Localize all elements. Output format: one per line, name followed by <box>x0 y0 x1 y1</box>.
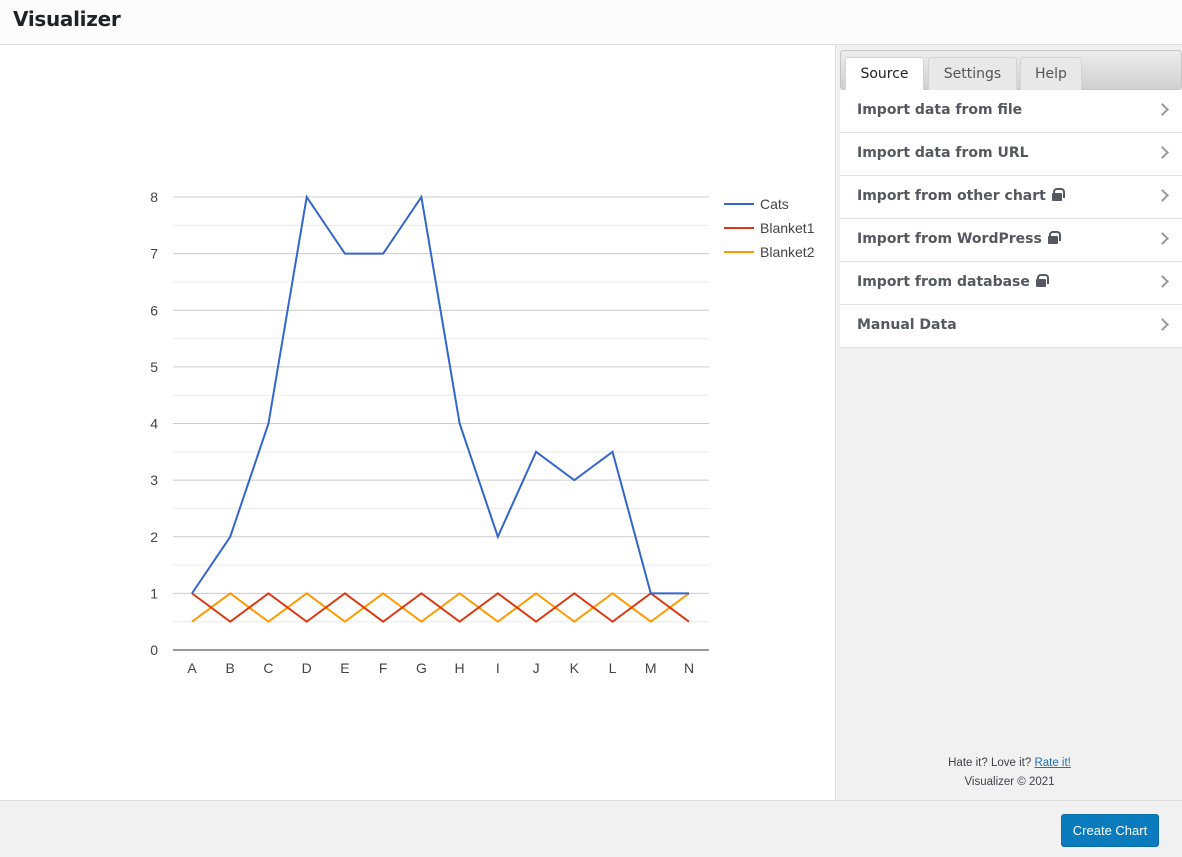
x-tick-label: G <box>416 660 427 676</box>
chart-series <box>191 194 690 623</box>
menu-item-import-data-from-url[interactable]: Import data from URL <box>840 133 1182 176</box>
app-title: Visualizer <box>13 7 121 31</box>
tab-settings[interactable]: Settings <box>928 57 1017 91</box>
x-tick-label: B <box>226 660 235 676</box>
app-header: Visualizer <box>0 0 1182 45</box>
x-tick-label: N <box>684 660 694 676</box>
menu-item-text: Import data from file <box>857 102 1023 118</box>
y-tick-label: 1 <box>150 585 158 601</box>
x-tick-label: J <box>533 660 540 676</box>
menu-item-text: Manual Data <box>857 317 957 333</box>
chart-legend: Cats Blanket1 Blanket2 <box>724 196 815 260</box>
x-tick-label: C <box>263 660 273 676</box>
legend-item-blanket2[interactable]: Blanket2 <box>724 244 815 260</box>
y-tick-label: 8 <box>150 189 158 205</box>
menu-item-label: Manual Data <box>857 317 957 333</box>
chevron-right-icon <box>1156 189 1169 202</box>
legend-item-cats[interactable]: Cats <box>724 196 789 212</box>
y-tick-label: 3 <box>150 472 158 488</box>
rate-it-link[interactable]: Rate it! <box>1034 757 1070 769</box>
chevron-right-icon <box>1156 103 1169 116</box>
sidebar: Source Settings Help Import data from fi… <box>835 45 1182 800</box>
create-chart-button[interactable]: Create Chart <box>1061 814 1159 847</box>
x-tick-label: A <box>187 660 197 676</box>
menu-item-import-from-other-chart[interactable]: Import from other chart <box>840 176 1182 219</box>
line-chart: 0 1 2 3 4 5 6 7 8 A B C D E F G H I J K L M N Cats Blanket1 Bla… <box>150 189 815 676</box>
y-tick-label: 4 <box>150 416 158 432</box>
sidebar-tabs: Source Settings Help <box>840 50 1182 92</box>
y-tick-label: 0 <box>150 642 158 658</box>
legend-item-blanket1[interactable]: Blanket1 <box>724 220 815 236</box>
menu-item-manual-data[interactable]: Manual Data <box>840 305 1182 348</box>
rating-note: Hate it? Love it? Rate it! <box>836 757 1182 769</box>
x-tick-label: E <box>340 660 349 676</box>
y-tick-label: 7 <box>150 246 158 262</box>
menu-item-label: Import from other chart <box>857 188 1065 204</box>
menu-item-import-from-database[interactable]: Import from database <box>840 262 1182 305</box>
menu-item-text: Import from other chart <box>857 188 1046 204</box>
chevron-right-icon <box>1156 318 1169 331</box>
lock-icon <box>1035 274 1049 287</box>
lock-icon <box>1051 188 1065 201</box>
source-menu: Import data from file Import data from UR… <box>840 90 1182 348</box>
copyright: Visualizer © 2021 <box>964 776 1055 788</box>
x-axis-ticks: A B C D E F G H I J K L M N <box>187 660 694 676</box>
menu-item-text: Import data from URL <box>857 145 1029 161</box>
menu-item-label: Import data from file <box>857 102 1022 118</box>
y-tick-label: 2 <box>150 529 158 545</box>
menu-item-text: Import from database <box>857 274 1030 290</box>
series-line-blanket1 <box>191 592 690 623</box>
x-tick-label: F <box>379 660 388 676</box>
chevron-right-icon <box>1156 146 1169 159</box>
y-tick-label: 6 <box>150 302 158 318</box>
y-axis-ticks: 0 1 2 3 4 5 6 7 8 <box>150 189 158 658</box>
bottom-bar: Create Chart <box>0 800 1182 857</box>
y-tick-label: 5 <box>150 359 158 375</box>
menu-item-label: Import from database <box>857 274 1049 290</box>
lock-icon <box>1047 231 1061 244</box>
menu-item-label: Import data from URL <box>857 145 1029 161</box>
legend-label: Blanket1 <box>760 220 815 236</box>
menu-item-label: Import from WordPress <box>857 231 1061 247</box>
x-tick-label: M <box>645 660 657 676</box>
tab-help[interactable]: Help <box>1020 57 1082 91</box>
x-tick-label: L <box>609 660 617 676</box>
chart-canvas: 0 1 2 3 4 5 6 7 8 A B C D E F G H I J K L M N Cats Blanket1 Bla… <box>0 45 835 800</box>
x-tick-label: H <box>455 660 465 676</box>
menu-item-text: Import from WordPress <box>857 231 1042 247</box>
rating-prompt: Hate it? Love it? <box>948 757 1035 769</box>
x-tick-label: I <box>496 660 500 676</box>
menu-item-import-data-from-file[interactable]: Import data from file <box>840 90 1182 133</box>
legend-label: Blanket2 <box>760 244 815 260</box>
x-tick-label: D <box>302 660 312 676</box>
legend-label: Cats <box>760 196 789 212</box>
chevron-right-icon <box>1156 275 1169 288</box>
tab-source[interactable]: Source <box>845 57 924 92</box>
chevron-right-icon <box>1156 232 1169 245</box>
menu-item-import-from-wordpress[interactable]: Import from WordPress <box>840 219 1182 262</box>
x-tick-label: K <box>570 660 580 676</box>
chart-grid <box>173 196 709 623</box>
